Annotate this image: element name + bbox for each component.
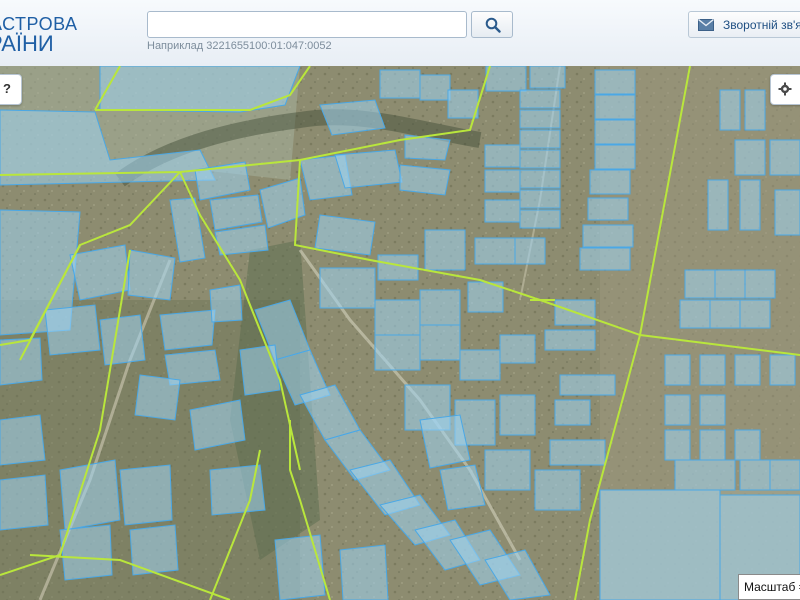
map-canvas[interactable] [0,66,800,600]
map-settings-button[interactable] [770,74,800,105]
map-scale-box: Масштаб = [738,574,800,600]
scale-label: Масштаб = [744,580,800,594]
search-button[interactable] [471,11,513,38]
map-help-button[interactable]: ? [0,74,22,105]
search-icon [485,17,501,33]
site-logo[interactable]: АСТРОВА РАЇНИ [0,6,140,60]
cadastral-map[interactable]: ? Масштаб = [0,66,800,600]
search-example-hint: Наприклад 3221655100:01:047:0052 [147,40,332,52]
search-box [147,11,467,38]
mail-icon [698,19,714,31]
cadastral-search-input[interactable] [148,12,466,37]
gear-icon [778,82,792,96]
top-header: АСТРОВА РАЇНИ Наприклад 3221655100:01:04… [0,0,800,67]
feedback-label: Зворотній зв'я [723,18,800,32]
feedback-button[interactable]: Зворотній зв'я [688,11,800,38]
help-label: ? [3,81,11,96]
brand-line2: РАЇНИ [0,31,54,56]
